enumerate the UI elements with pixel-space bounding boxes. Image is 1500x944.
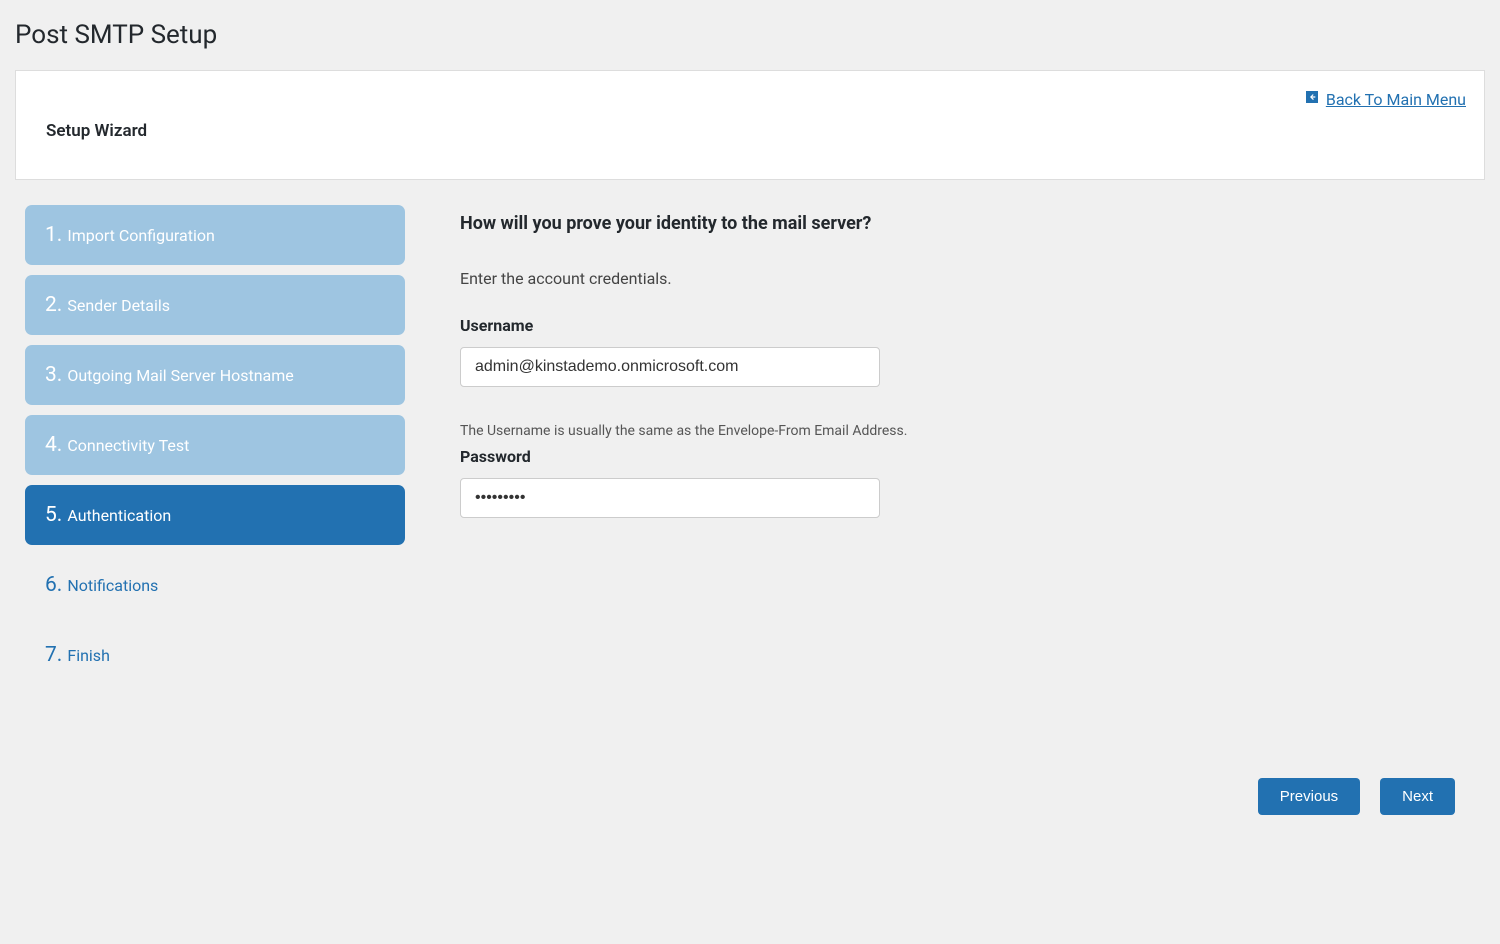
password-input[interactable] — [460, 478, 880, 518]
wizard-layout: 1. Import Configuration 2. Sender Detail… — [15, 205, 1485, 825]
step-number: 4. — [45, 433, 62, 457]
page-title: Post SMTP Setup — [15, 20, 1485, 50]
step-outgoing-mail-server[interactable]: 3. Outgoing Mail Server Hostname — [25, 345, 405, 405]
content-body: How will you prove your identity to the … — [460, 205, 1455, 778]
step-number: 7. — [45, 643, 62, 667]
step-number: 1. — [45, 223, 62, 247]
step-authentication[interactable]: 5. Authentication — [25, 485, 405, 545]
wizard-sidebar: 1. Import Configuration 2. Sender Detail… — [15, 205, 405, 695]
username-input[interactable] — [460, 347, 880, 387]
step-notifications[interactable]: 6. Notifications — [25, 555, 405, 615]
arrow-left-icon — [1304, 89, 1320, 109]
step-number: 6. — [45, 573, 62, 597]
step-number: 5. — [45, 503, 62, 527]
content-heading: How will you prove your identity to the … — [460, 213, 1455, 234]
step-number: 2. — [45, 293, 62, 317]
step-label: Authentication — [67, 506, 171, 525]
step-finish[interactable]: 7. Finish — [25, 625, 405, 685]
step-connectivity-test[interactable]: 4. Connectivity Test — [25, 415, 405, 475]
step-label: Notifications — [67, 576, 158, 595]
step-sender-details[interactable]: 2. Sender Details — [25, 275, 405, 335]
back-link-label: Back To Main Menu — [1326, 90, 1466, 109]
step-label: Finish — [67, 646, 110, 665]
step-label: Import Configuration — [67, 226, 214, 245]
password-field-group: Password — [460, 447, 1455, 518]
username-field-group: Username — [460, 316, 1455, 387]
username-label: Username — [460, 316, 1455, 335]
step-label: Outgoing Mail Server Hostname — [67, 366, 293, 385]
step-label: Connectivity Test — [67, 436, 189, 455]
step-label: Sender Details — [67, 296, 170, 315]
back-to-main-menu-link[interactable]: Back To Main Menu — [1304, 89, 1466, 109]
step-import-configuration[interactable]: 1. Import Configuration — [25, 205, 405, 265]
wizard-title: Setup Wizard — [46, 121, 1454, 141]
wizard-main-content: How will you prove your identity to the … — [460, 205, 1485, 825]
password-label: Password — [460, 447, 1455, 466]
username-help-text: The Username is usually the same as the … — [460, 423, 1455, 439]
content-intro: Enter the account credentials. — [460, 269, 1455, 288]
step-number: 3. — [45, 363, 62, 387]
next-button[interactable]: Next — [1380, 778, 1455, 815]
header-card: Back To Main Menu Setup Wizard — [15, 70, 1485, 180]
previous-button[interactable]: Previous — [1258, 778, 1360, 815]
wizard-buttons: Previous Next — [460, 778, 1455, 825]
